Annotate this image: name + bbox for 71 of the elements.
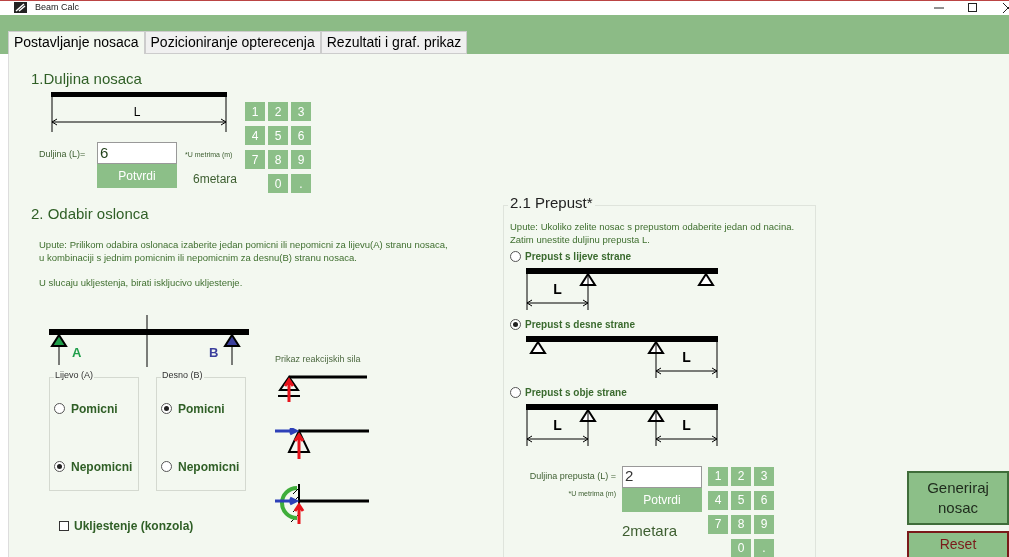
keypad-key[interactable]: 0 — [731, 538, 751, 557]
field-label: Duljina prepusta (L) = — [529, 469, 616, 483]
overhang-input[interactable]: 2 — [622, 465, 702, 488]
radio-button[interactable] — [54, 461, 65, 472]
tab[interactable]: Pozicioniranje opterecenja — [144, 30, 321, 54]
keypad-key[interactable]: . — [291, 174, 312, 193]
overhang-result: 2metara — [622, 520, 679, 541]
length-result: 6metara — [193, 170, 238, 188]
field-label: Duljina (L)= — [39, 148, 87, 161]
group-title: Desno (B) — [161, 370, 204, 380]
keypad-key[interactable]: 4 — [245, 126, 266, 145]
instruction-text: Upute: Ukoliko zelite nosac s prepustom odaberite jedan od nacina. — [510, 219, 796, 233]
confirm-button[interactable]: Potvrdi — [97, 164, 177, 188]
keypad-key[interactable]: 9 — [291, 150, 312, 169]
action-button[interactable]: Generiraj nosac — [907, 470, 1009, 525]
radio-button[interactable] — [510, 318, 521, 330]
dimension-label: L — [553, 280, 562, 297]
keypad-key[interactable]: 1 — [245, 102, 266, 121]
instruction-text: U slucaju ukljestenja, birati iskljucivo ukljestenje. — [39, 275, 244, 289]
confirm-button[interactable]: Potvrdi — [622, 487, 702, 512]
checkbox[interactable] — [59, 520, 69, 531]
keypad-key[interactable]: 7 — [245, 150, 266, 169]
maximize-icon[interactable] — [968, 3, 977, 13]
action-button[interactable]: Reset — [907, 530, 1009, 557]
instruction-text: u kombinaciji s jednim pomicnim ili nepomicnim za desnu(B) stranu nosaca. — [39, 250, 358, 264]
window-title: Beam Calc — [35, 1, 79, 14]
close-icon[interactable] — [1003, 2, 1009, 13]
keypad-key[interactable]: 3 — [291, 102, 312, 121]
tab[interactable]: Postavljanje nosaca — [8, 30, 145, 54]
keypad-key[interactable]: 0 — [268, 174, 289, 193]
dimension-label: L — [682, 348, 691, 365]
group-title: Lijevo (A) — [54, 370, 94, 380]
tab[interactable]: Rezultati i graf. prikaz — [320, 30, 468, 54]
keypad-key[interactable]: 9 — [754, 514, 774, 534]
checkbox-label[interactable]: Ukljestenje (konzola) — [74, 516, 194, 535]
keypad-key[interactable]: 8 — [268, 150, 289, 169]
dimension-label: L — [682, 416, 691, 433]
keypad-key[interactable]: 2 — [268, 102, 289, 121]
radio-label[interactable]: Prepust s desne strane — [525, 316, 636, 332]
radio-label[interactable]: Pomicni — [71, 399, 118, 418]
keypad-key[interactable]: 4 — [708, 490, 728, 510]
keypad-key[interactable]: 7 — [708, 514, 728, 534]
radio-label[interactable]: Prepust s lijeve strane — [525, 248, 632, 264]
radio-button[interactable] — [510, 250, 521, 262]
dimension-label: L — [133, 105, 141, 119]
support-label: B — [209, 344, 219, 360]
instruction-text: Upute: Prilikom odabira oslonaca izaberite jedan pomicni ili nepomicni za lijevu(A) stranu nosaca, — [39, 237, 449, 251]
radio-button[interactable] — [161, 461, 172, 472]
reactions-title: Prikaz reakcijskih sila — [275, 352, 362, 366]
keypad-key[interactable]: 5 — [268, 126, 289, 145]
instruction-text: Zatim unestite duljinu prepusta L. — [510, 232, 651, 246]
radio-label[interactable]: Prepust s obje strane — [525, 384, 627, 400]
keypad-key[interactable]: 5 — [731, 490, 751, 510]
section-title: 2. Odabir oslonca — [31, 204, 150, 224]
radio-button[interactable] — [161, 403, 172, 414]
radio-label[interactable]: Pomicni — [178, 399, 225, 418]
keypad-key[interactable]: . — [754, 538, 774, 557]
radio-label[interactable]: Nepomicni — [71, 457, 133, 476]
keypad-key[interactable]: 8 — [731, 514, 751, 534]
radio-button[interactable] — [510, 386, 521, 398]
length-input[interactable]: 6 — [97, 142, 177, 164]
radio-button[interactable] — [54, 403, 65, 414]
keypad-key[interactable]: 6 — [754, 490, 774, 510]
keypad-key[interactable]: 1 — [708, 466, 728, 486]
support-label: A — [72, 344, 82, 360]
section-title: 1.Duljina nosaca — [31, 68, 143, 89]
keypad-key[interactable]: 6 — [291, 126, 312, 145]
keypad-key[interactable]: 3 — [754, 466, 774, 486]
keypad-key[interactable]: 2 — [731, 466, 751, 486]
radio-label[interactable]: Nepomicni — [178, 457, 240, 476]
dimension-label: L — [553, 416, 562, 433]
